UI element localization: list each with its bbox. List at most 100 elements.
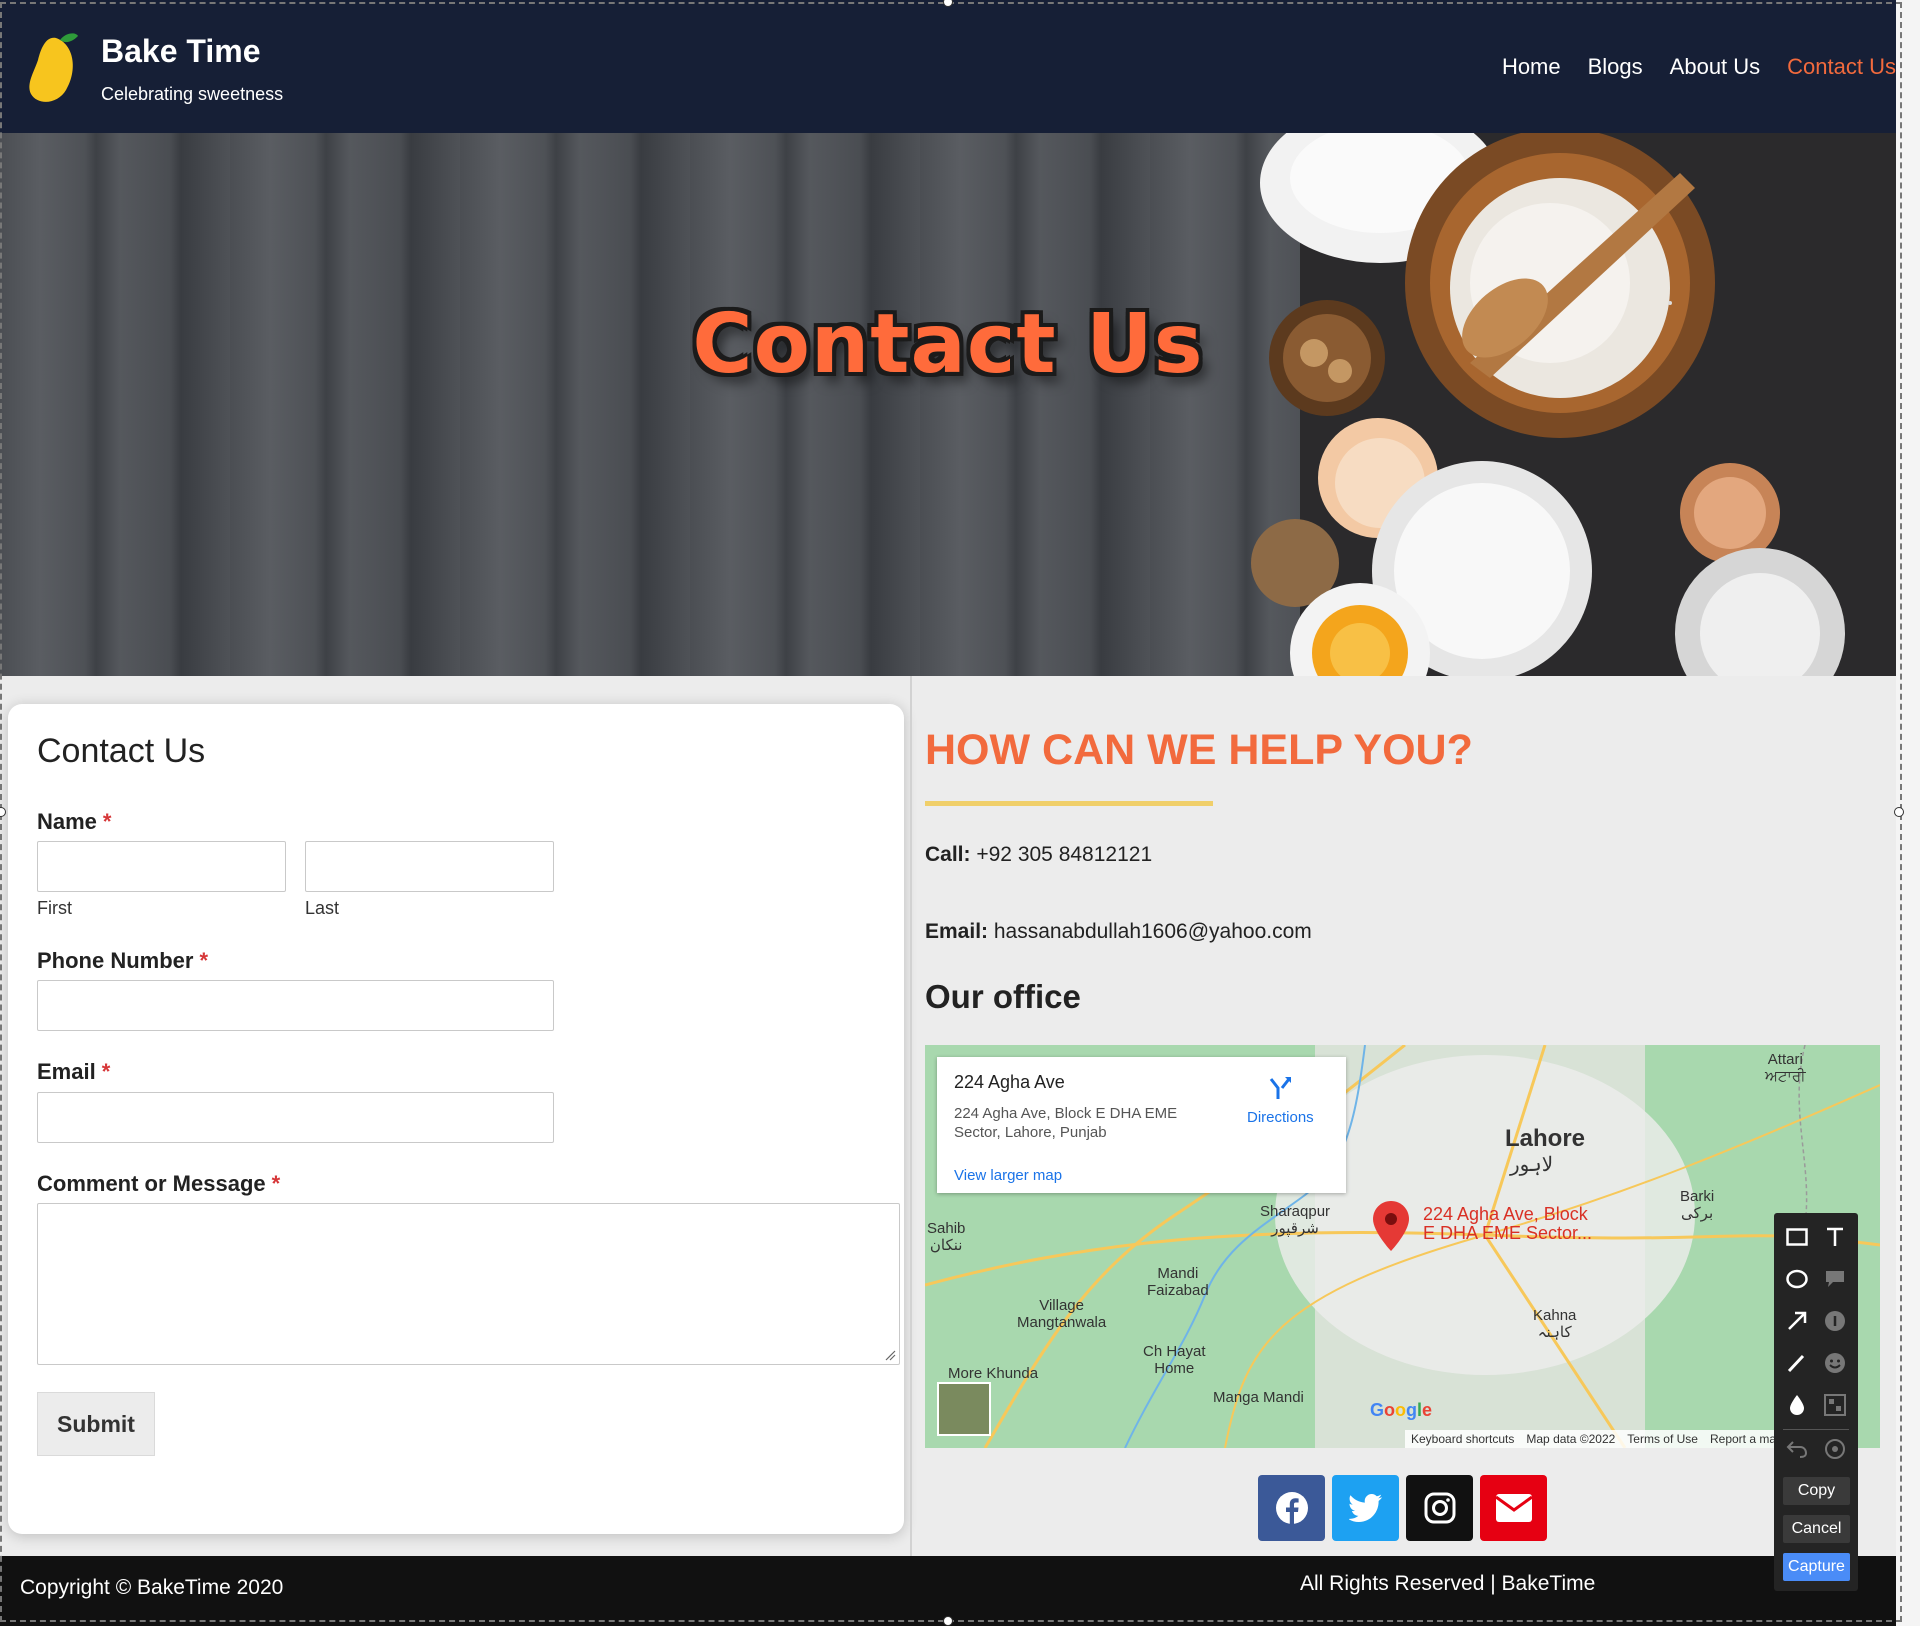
place-label: Manga Mandi — [1213, 1389, 1304, 1406]
map-place-kahna: Kahna کاہنہ — [1533, 1307, 1576, 1341]
satellite-toggle[interactable] — [937, 1382, 991, 1436]
map-city-urdu: لاہور — [1510, 1154, 1554, 1176]
place-sublabel: Mangtanwala — [1017, 1314, 1107, 1331]
email-input[interactable] — [37, 1092, 554, 1143]
last-sublabel: Last — [305, 898, 340, 918]
step-icon — [1825, 1311, 1845, 1331]
instagram-button[interactable] — [1406, 1475, 1473, 1541]
selection-handle-bottom[interactable] — [943, 1616, 953, 1626]
name-label: Name * — [37, 809, 111, 835]
place-label: Kahna — [1533, 1307, 1577, 1324]
nav-about-us[interactable]: About Us — [1670, 54, 1761, 80]
map-place-mandi-faizabad: Mandi Faizabad — [1147, 1265, 1209, 1299]
place-label: Mandi — [1157, 1265, 1199, 1282]
map-city-label: Lahore — [1505, 1125, 1586, 1152]
place-sublabel: ننکان — [929, 1237, 963, 1254]
undo-icon — [1786, 1441, 1808, 1458]
nav-home[interactable]: Home — [1502, 54, 1561, 80]
rectangle-icon — [1786, 1228, 1808, 1246]
selection-handle-right[interactable] — [1894, 807, 1904, 817]
map-data-label: Map data ©2022 — [1526, 1432, 1616, 1446]
twitter-icon — [1348, 1494, 1382, 1522]
directions-link[interactable]: Directions — [1247, 1109, 1314, 1126]
keyboard-shortcuts-link[interactable]: Keyboard shortcuts — [1411, 1432, 1514, 1446]
mosaic-icon — [1824, 1394, 1846, 1416]
google-logo: Google — [1370, 1400, 1433, 1420]
pin-label-line-1: 224 Agha Ave, Block — [1423, 1204, 1588, 1224]
place-sublabel: کاہنہ — [1537, 1324, 1572, 1341]
arrow-tool[interactable] — [1783, 1307, 1811, 1335]
email-label-text: Email — [37, 1059, 96, 1084]
rectangle-tool[interactable] — [1783, 1223, 1811, 1251]
blur-icon — [1790, 1395, 1804, 1415]
map-place-mangtanwala: Village Mangtanwala — [1017, 1297, 1106, 1331]
redo-tool[interactable] — [1821, 1435, 1849, 1463]
nav-blogs[interactable]: Blogs — [1588, 54, 1643, 80]
office-title: Our office — [925, 978, 1081, 1015]
place-sublabel: ਅਟਾਰੀ — [1765, 1068, 1806, 1085]
ellipse-tool[interactable] — [1783, 1265, 1811, 1293]
map-place-barki: Barki برکی — [1680, 1188, 1714, 1222]
toolbar-separator — [1783, 1429, 1849, 1430]
nav-contact-us[interactable]: Contact Us — [1787, 54, 1896, 80]
cancel-button[interactable]: Cancel — [1783, 1515, 1850, 1543]
place-label: Attari — [1767, 1051, 1803, 1068]
map-pin-icon[interactable] — [1373, 1201, 1409, 1251]
mosaic-tool[interactable] — [1821, 1391, 1849, 1419]
required-mark: * — [271, 1171, 281, 1196]
map-place-sharaqpur: Sharaqpur شرقپور — [1260, 1203, 1330, 1237]
last-name-input[interactable] — [305, 841, 554, 892]
selection-handle-left[interactable] — [0, 807, 6, 817]
callout-tool[interactable] — [1821, 1265, 1849, 1293]
emoji-icon — [1825, 1353, 1845, 1373]
required-mark: * — [102, 809, 112, 834]
form-title: Contact Us — [37, 732, 206, 770]
email-label: Email * — [37, 1059, 110, 1085]
place-info-card: 224 Agha Ave 224 Agha Ave, Block E DHA E… — [937, 1057, 1346, 1193]
office-map[interactable]: 224 Agha Ave 224 Agha Ave, Block E DHA E… — [925, 1045, 1880, 1448]
email-button[interactable] — [1480, 1475, 1547, 1541]
terms-link[interactable]: Terms of Use — [1627, 1432, 1698, 1446]
place-label: Sahib — [927, 1220, 966, 1237]
place-label: Village — [1039, 1297, 1084, 1314]
blur-tool[interactable] — [1783, 1391, 1811, 1419]
hero-title: Contact Us — [692, 297, 1204, 392]
emoji-tool[interactable] — [1821, 1349, 1849, 1377]
brand-title[interactable]: Bake Time — [101, 33, 261, 70]
twitter-button[interactable] — [1332, 1475, 1399, 1541]
required-mark: * — [199, 948, 209, 973]
call-label: Call: — [925, 843, 971, 866]
resize-grip-icon[interactable] — [884, 1349, 896, 1361]
mango-logo-icon[interactable] — [26, 30, 78, 106]
message-textarea[interactable] — [37, 1203, 900, 1365]
call-value[interactable]: +92 305 84812121 — [976, 843, 1152, 866]
place-name: 224 Agha Ave — [954, 1072, 1065, 1092]
contact-form: Contact Us Name * First Last Phone Number… — [8, 704, 904, 1534]
column-divider — [910, 676, 912, 1556]
place-address: 224 Agha Ave, Block E DHA EME Sector, La… — [954, 1105, 1178, 1141]
view-larger-map-link[interactable]: View larger map — [954, 1167, 1062, 1184]
first-sublabel: First — [37, 898, 72, 918]
step-tool[interactable] — [1821, 1307, 1849, 1335]
phone-label: Phone Number * — [37, 948, 208, 974]
map-place-nankana-sahib: Sahib ننکان — [927, 1220, 965, 1254]
brand-subtitle: Celebrating sweetness — [101, 84, 284, 104]
facebook-button[interactable] — [1258, 1475, 1325, 1541]
submit-button[interactable]: Submit — [37, 1392, 155, 1456]
first-name-input[interactable] — [37, 841, 286, 892]
text-tool[interactable] — [1821, 1223, 1849, 1251]
capture-button[interactable]: Capture — [1783, 1553, 1850, 1581]
footer-copyright: Copyright © BakeTime 2020 — [20, 1576, 284, 1599]
instagram-icon — [1424, 1492, 1455, 1524]
place-sublabel: Faizabad — [1147, 1282, 1209, 1299]
undo-tool[interactable] — [1783, 1435, 1811, 1463]
email-info-value[interactable]: hassanabdullah1606@yahoo.com — [994, 920, 1312, 943]
map-pin-label: 224 Agha Ave, Block E DHA EME Sector... — [1423, 1205, 1592, 1243]
site-header: Bake Time Celebrating sweetness Home Blo… — [0, 0, 1896, 133]
copy-button[interactable]: Copy — [1783, 1477, 1850, 1505]
directions-icon[interactable] — [1267, 1075, 1293, 1101]
arrow-icon — [1788, 1311, 1807, 1330]
pen-tool[interactable] — [1783, 1349, 1811, 1377]
message-label: Comment or Message * — [37, 1171, 280, 1197]
phone-input[interactable] — [37, 980, 554, 1031]
